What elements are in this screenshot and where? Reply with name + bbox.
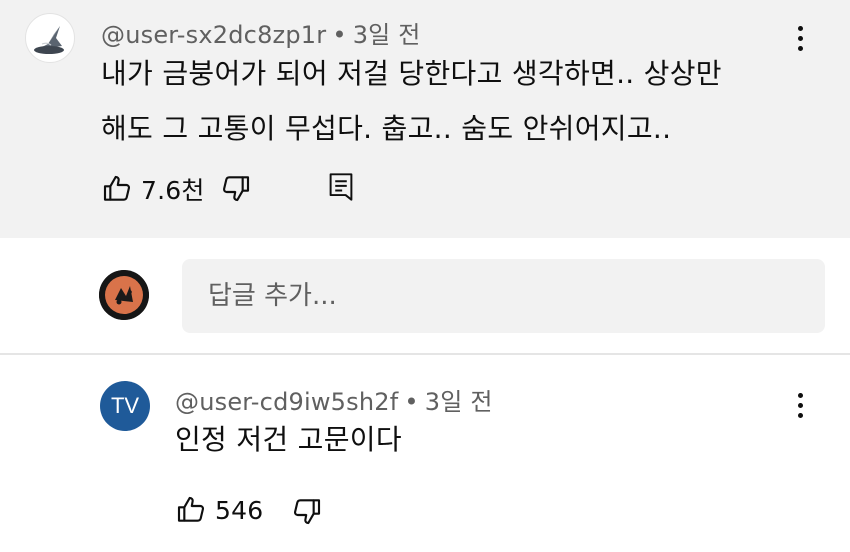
dot	[797, 402, 803, 408]
reply-time[interactable]: 3일 전	[425, 388, 493, 416]
more-options-button[interactable]	[785, 18, 815, 58]
comment-thread: @user-sx2dc8zp1r • 3일 전 내가 금붕어가 되어 저걸 당한다고…	[0, 0, 850, 552]
avatar-initials: TV	[110, 393, 140, 418]
highlighted-comment: @user-sx2dc8zp1r • 3일 전 내가 금붕어가 되어 저걸 당한다고…	[0, 0, 850, 238]
reply-dislike-button[interactable]	[291, 495, 323, 527]
comment-text-line: 내가 금붕어가 되어 저걸 당한다고 생각하면.. 상상만	[101, 57, 722, 90]
dot	[797, 392, 803, 398]
reply-more-options-button[interactable]	[785, 385, 815, 425]
reply-like-button[interactable]: 546	[175, 494, 263, 526]
thumbs-down-icon	[222, 176, 250, 202]
comment-time[interactable]: 3일 전	[353, 21, 421, 49]
comment-meta: @user-sx2dc8zp1r • 3일 전	[101, 15, 421, 50]
profile-image	[99, 270, 149, 320]
thumbs-down-icon	[293, 499, 321, 525]
dislike-button[interactable]	[220, 172, 252, 204]
dot	[797, 45, 803, 51]
comment-icon	[329, 173, 353, 201]
reply-text: 인정 저건 고문이다	[175, 423, 402, 456]
dot	[797, 412, 803, 418]
reply-input[interactable]	[182, 259, 825, 333]
like-count: 7.6천	[141, 176, 205, 205]
meta-separator: •	[404, 388, 419, 416]
like-button[interactable]: 7.6천	[101, 171, 205, 207]
comment-text: 내가 금붕어가 되어 저걸 당한다고 생각하면.. 상상만 해도 그 고통이 무…	[101, 46, 722, 156]
meta-separator: •	[332, 21, 347, 49]
reply-commenter-avatar[interactable]: TV	[100, 381, 150, 431]
thumbs-up-icon	[103, 175, 131, 201]
divider	[0, 353, 850, 355]
commenter-avatar[interactable]	[25, 13, 75, 63]
comment-text-line: 해도 그 고통이 무섭다. 춥고.. 숨도 안쉬어지고..	[101, 112, 672, 145]
reply-button[interactable]	[327, 172, 355, 202]
wizard-hat-icon	[34, 26, 64, 54]
reply-like-count: 546	[215, 495, 264, 525]
dot	[797, 35, 803, 41]
my-avatar[interactable]	[99, 270, 149, 320]
dot	[797, 25, 803, 31]
comment-author[interactable]: @user-sx2dc8zp1r	[101, 21, 326, 49]
thumbs-up-icon	[177, 496, 205, 522]
